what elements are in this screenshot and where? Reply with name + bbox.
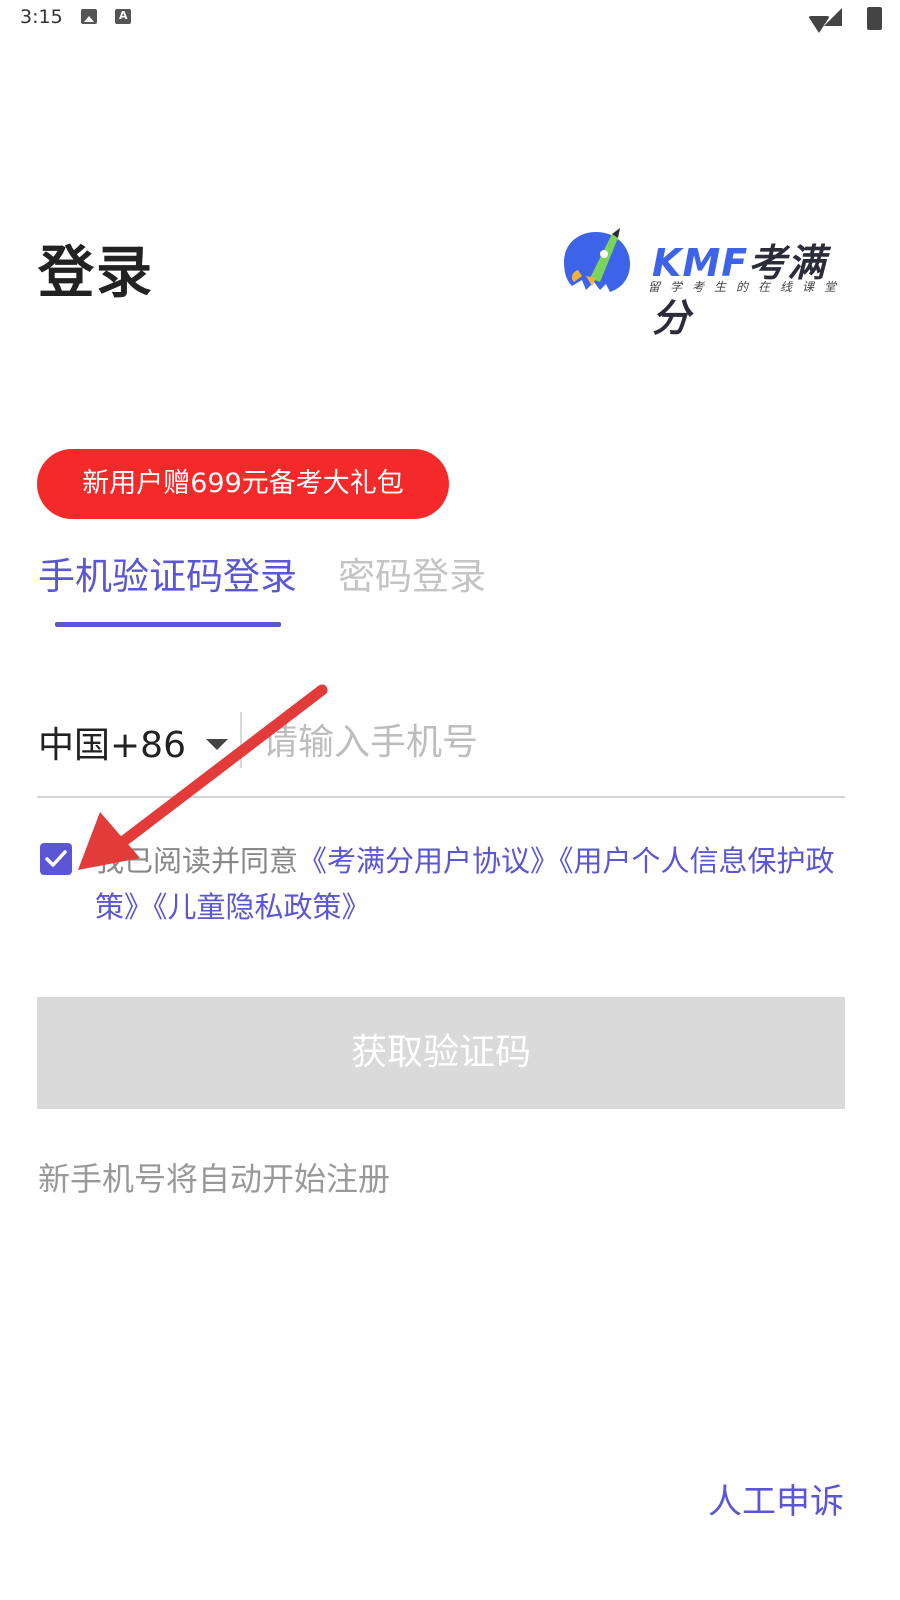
new-user-promo-badge[interactable]: 新用户赠699元备考大礼包: [37, 449, 449, 519]
battery-icon: [867, 7, 882, 30]
manual-appeal-link[interactable]: 人工申诉: [708, 1474, 844, 1523]
child-privacy-policy-link[interactable]: 《儿童隐私政策》: [153, 890, 371, 924]
image-notification-icon: [81, 9, 97, 24]
auto-register-hint: 新手机号将自动开始注册: [38, 1160, 391, 1198]
rocket-logo-icon: [564, 228, 630, 292]
tab-password-login[interactable]: 密码登录: [338, 546, 486, 600]
phone-number-input[interactable]: [262, 712, 842, 772]
red-arrow-icon: [78, 684, 328, 870]
login-screen: 3:15 登录 KMF考满分 留学考生的在线课堂 新用户赠699元备考大礼包 手…: [0, 0, 900, 1600]
text-notification-icon: [115, 9, 131, 24]
status-time: 3:15: [20, 6, 63, 28]
logo-tagline: 留学考生的在线课堂: [648, 280, 847, 294]
get-verification-code-button[interactable]: 获取验证码: [37, 997, 845, 1109]
active-tab-indicator: [55, 622, 281, 627]
signal-icon: [824, 8, 842, 26]
status-bar: 3:15: [0, 0, 900, 36]
tab-sms-login[interactable]: 手机验证码登录: [38, 546, 297, 600]
page-title: 登录: [38, 241, 154, 306]
kmf-logo: KMF考满分 留学考生的在线课堂: [556, 226, 847, 340]
